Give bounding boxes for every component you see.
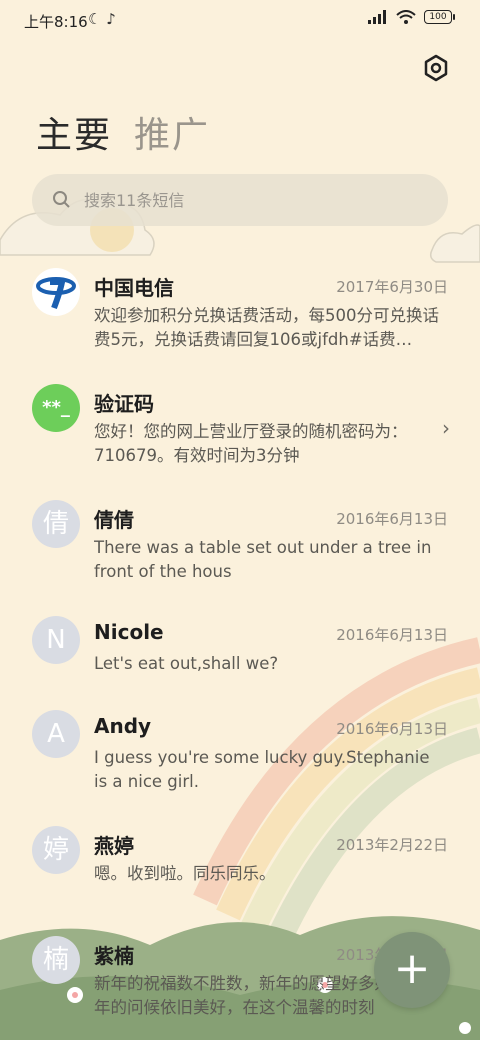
new-message-button[interactable]: +	[374, 932, 450, 1008]
status-bar: 上午8:16 ☾ ♪ 100	[0, 0, 480, 40]
sender-name: 倩倩	[94, 508, 134, 532]
sender-name: 紫楠	[94, 944, 134, 968]
message-preview: There was a table set out under a tree i…	[94, 538, 432, 581]
conversation-item[interactable]: 中国电信 2017年6月30日 欢迎参加积分兑换话费活动，每500分可兑换话费5…	[0, 254, 480, 364]
china-telecom-logo-avatar	[32, 268, 80, 316]
tab-promotions[interactable]: 推广	[134, 106, 210, 158]
verification-code-avatar: **_	[32, 384, 80, 432]
message-preview: Let's eat out,shall we?	[94, 654, 279, 673]
message-date: 2016年6月13日	[336, 626, 448, 644]
contact-avatar: 楠	[32, 936, 80, 984]
message-date: 2017年6月30日	[336, 278, 448, 296]
signal-icon	[368, 10, 386, 24]
battery-icon: 100	[424, 10, 455, 24]
message-date: 2013年2月22日	[336, 836, 448, 854]
sender-name: 中国电信	[94, 276, 174, 300]
tab-bar: 主要 推广	[36, 106, 210, 158]
sender-name: 燕婷	[94, 834, 134, 858]
sender-name: Nicole	[94, 620, 164, 644]
message-preview: I guess you're some lucky guy.Stephanie …	[94, 748, 430, 791]
message-date: 2016年6月13日	[336, 720, 448, 738]
conversation-item[interactable]: **_ 验证码 您好！您的网上营业厅登录的随机密码为：710679。有效时间为3…	[0, 370, 480, 480]
status-time: 上午8:16	[24, 13, 88, 31]
settings-gear-icon[interactable]	[420, 52, 452, 84]
chevron-right-icon[interactable]: ›	[442, 416, 450, 440]
sender-name: 验证码	[94, 392, 154, 416]
conversation-item[interactable]: 倩 倩倩 2016年6月13日 There was a table set ou…	[0, 486, 480, 596]
message-preview: 欢迎参加积分兑换话费活动，每500分可兑换话费5元，兑换话费请回复106或jfd…	[94, 306, 439, 349]
sender-name: Andy	[94, 714, 152, 738]
conversation-item[interactable]: 婷 燕婷 2013年2月22日 嗯。收到啦。同乐同乐。	[0, 812, 480, 922]
conversation-item[interactable]: A Andy 2016年6月13日 I guess you're some lu…	[0, 696, 480, 806]
tab-main[interactable]: 主要	[36, 106, 112, 158]
contact-avatar: A	[32, 710, 80, 758]
search-bar[interactable]	[32, 174, 448, 226]
contact-avatar: 倩	[32, 500, 80, 548]
wifi-icon	[396, 10, 416, 24]
moon-mute-icons: ☾ ♪	[88, 10, 116, 28]
status-right: 100	[368, 10, 455, 24]
contact-avatar: N	[32, 616, 80, 664]
message-date: 2016年6月13日	[336, 510, 448, 528]
message-preview: 您好！您的网上营业厅登录的随机密码为：710679。有效时间为3分钟	[94, 422, 408, 465]
search-input[interactable]	[82, 189, 416, 211]
contact-avatar: 婷	[32, 826, 80, 874]
search-icon	[53, 191, 70, 208]
message-preview: 嗯。收到啦。同乐同乐。	[94, 864, 276, 883]
